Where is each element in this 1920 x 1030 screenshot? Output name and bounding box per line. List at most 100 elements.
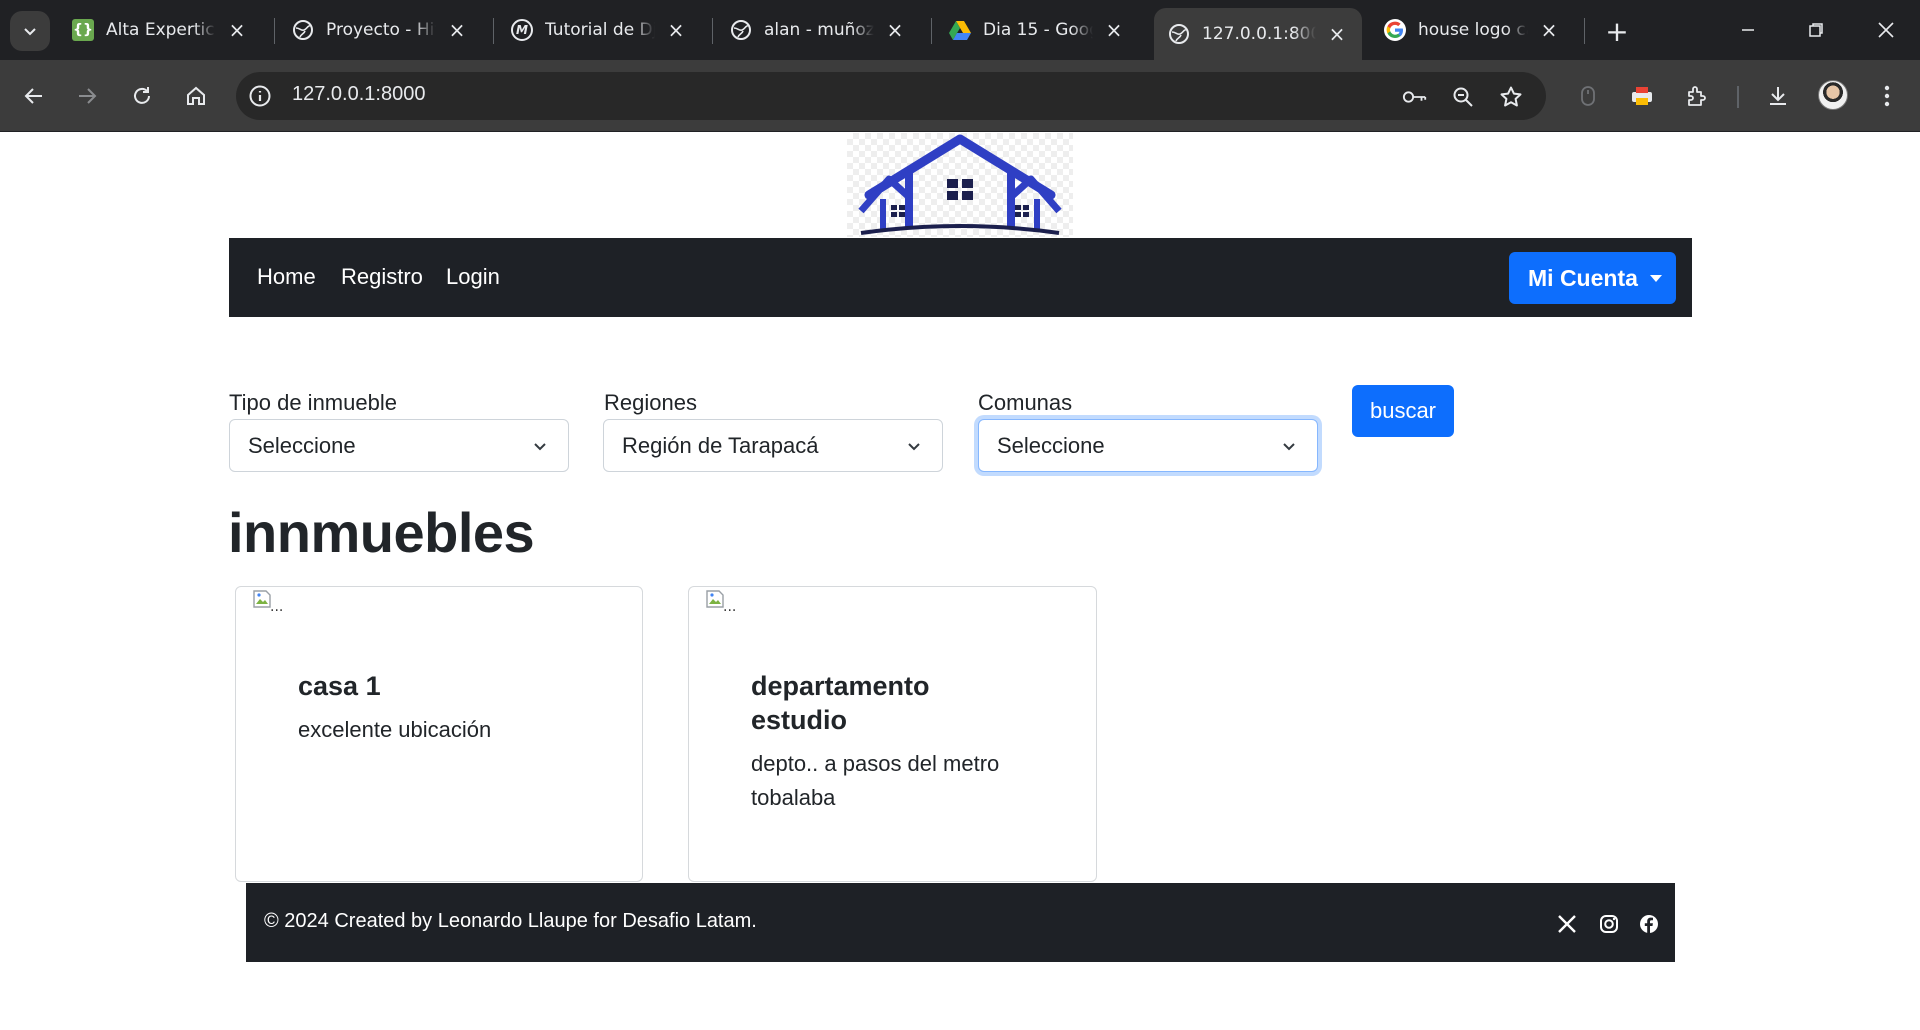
- m-logo-icon: M: [511, 19, 533, 41]
- main-navbar: Home Registro Login Mi Cuenta: [229, 238, 1692, 317]
- card-image-alt: ...: [270, 599, 284, 615]
- address-url[interactable]: 127.0.0.1:8000: [292, 83, 425, 106]
- nav-link-login[interactable]: Login: [446, 264, 500, 290]
- page-title: innmuebles: [228, 501, 535, 564]
- card-title-line: estudio: [751, 705, 848, 735]
- browser-tab[interactable]: house logo cas ×: [1370, 8, 1574, 52]
- house-logo: [847, 133, 1073, 237]
- globe-icon: [292, 19, 314, 41]
- mi-cuenta-label: Mi Cuenta: [1528, 264, 1638, 291]
- x-icon[interactable]: [1556, 913, 1578, 935]
- broken-image-icon: [253, 590, 271, 608]
- tab-separator: [274, 18, 275, 44]
- tab-title: house logo cas: [1418, 20, 1528, 40]
- toolbar-divider: [1737, 86, 1739, 108]
- tab-title: 127.0.0.1:8000: [1202, 24, 1316, 44]
- drive-icon: [949, 19, 971, 41]
- browser-tabstrip: {} Alta Experticia × Proyecto - Hito × M…: [0, 0, 1920, 60]
- mouse-icon: [1581, 86, 1595, 106]
- minimize-button[interactable]: [1714, 0, 1782, 60]
- browser-toolbar: 127.0.0.1:8000: [0, 60, 1920, 132]
- chevron-down-icon: [24, 28, 36, 36]
- buscar-button[interactable]: buscar: [1352, 385, 1454, 437]
- facebook-icon[interactable]: [1638, 913, 1660, 935]
- browser-tab[interactable]: {} Alta Experticia ×: [58, 8, 262, 52]
- close-window-button[interactable]: [1852, 0, 1920, 60]
- caret-down-icon: [1649, 274, 1662, 282]
- tab-title: alan - muñoz -: [764, 20, 874, 40]
- instagram-icon[interactable]: [1598, 913, 1620, 935]
- tab-search-button[interactable]: [10, 11, 50, 51]
- close-icon[interactable]: ×: [1326, 22, 1348, 46]
- tab-title: Tutorial de Djan: [545, 20, 655, 40]
- card-text-line: tobalaba: [751, 785, 836, 810]
- card-title: departamento estudio: [751, 669, 930, 737]
- extension-mouse-button[interactable]: [1570, 78, 1606, 114]
- arrow-right-icon: [79, 88, 97, 104]
- braces-icon: {}: [72, 19, 94, 41]
- tab-separator: [931, 18, 932, 44]
- close-icon[interactable]: ×: [1103, 18, 1125, 42]
- browser-tab[interactable]: Dia 15 - Googl ×: [935, 8, 1139, 52]
- nav-link-home[interactable]: Home: [257, 264, 316, 290]
- password-key-icon[interactable]: [1402, 84, 1428, 110]
- close-icon[interactable]: ×: [1538, 18, 1560, 42]
- close-icon[interactable]: ×: [665, 18, 687, 42]
- regiones-value: Región de Tarapacá: [622, 432, 819, 458]
- puzzle-icon: [1688, 86, 1706, 106]
- tab-separator: [1584, 18, 1585, 44]
- new-tab-button[interactable]: +: [1597, 11, 1637, 51]
- comunas-label: Comunas: [978, 390, 1073, 415]
- google-icon: [1384, 19, 1406, 41]
- browser-tab[interactable]: Proyecto - Hito ×: [278, 8, 482, 52]
- card-image-alt: ...: [723, 599, 737, 615]
- card-title: casa 1: [298, 671, 381, 701]
- broken-image-icon: [706, 590, 724, 608]
- close-icon[interactable]: ×: [884, 18, 906, 42]
- kebab-menu-icon: [1884, 85, 1890, 107]
- tab-title: Alta Experticia: [106, 20, 216, 40]
- browser-tab[interactable]: alan - muñoz - ×: [716, 8, 920, 52]
- browser-menu-button[interactable]: [1869, 78, 1905, 114]
- reload-icon: [134, 87, 150, 104]
- browser-tab[interactable]: M Tutorial de Djan ×: [497, 8, 701, 52]
- back-button[interactable]: [16, 78, 52, 114]
- browser-tab-active[interactable]: 127.0.0.1:8000 ×: [1154, 8, 1362, 60]
- forward-button[interactable]: [69, 78, 105, 114]
- footer-copyright: © 2024 Created by Leonardo Llaupe for De…: [264, 910, 757, 932]
- card-text: depto.. a pasos del metro tobalaba: [751, 747, 999, 815]
- profile-avatar[interactable]: [1818, 80, 1848, 110]
- tab-title: Dia 15 - Googl: [983, 20, 1093, 40]
- tipo-inmueble-select[interactable]: Seleccione: [229, 419, 569, 472]
- tipo-inmueble-value: Seleccione: [248, 432, 356, 458]
- property-card[interactable]: ... departamento estudio depto.. a pasos…: [688, 586, 1097, 882]
- downloads-button[interactable]: [1760, 78, 1796, 114]
- restore-button[interactable]: [1782, 0, 1850, 60]
- site-footer: © 2024 Created by Leonardo Llaupe for De…: [246, 883, 1675, 962]
- globe-icon: [1168, 23, 1190, 45]
- card-title-line: departamento: [751, 671, 930, 701]
- extension-printer-button[interactable]: [1624, 78, 1660, 114]
- reload-button[interactable]: [124, 78, 160, 114]
- printer-icon: [1632, 87, 1652, 105]
- arrow-left-icon: [24, 88, 42, 104]
- globe-icon: [730, 19, 752, 41]
- tipo-inmueble-label: Tipo de inmueble: [229, 390, 397, 415]
- bookmark-star-icon[interactable]: [1498, 84, 1524, 110]
- property-card[interactable]: ... casa 1 excelente ubicación: [235, 586, 643, 882]
- plus-icon: +: [1605, 14, 1629, 48]
- close-icon[interactable]: ×: [226, 18, 248, 42]
- extensions-button[interactable]: [1679, 78, 1715, 114]
- comunas-select[interactable]: Seleccione: [978, 419, 1318, 472]
- mi-cuenta-dropdown-button[interactable]: Mi Cuenta: [1509, 252, 1676, 304]
- close-icon[interactable]: ×: [446, 18, 468, 42]
- home-button[interactable]: [178, 78, 214, 114]
- minimize-icon: [1742, 29, 1754, 31]
- tab-title: Proyecto - Hito: [326, 20, 436, 40]
- download-icon: [1770, 87, 1786, 105]
- zoom-icon[interactable]: [1450, 84, 1476, 110]
- regiones-select[interactable]: Región de Tarapacá: [603, 419, 943, 472]
- nav-link-registro[interactable]: Registro: [341, 264, 423, 290]
- info-icon[interactable]: [248, 84, 272, 108]
- address-bar[interactable]: 127.0.0.1:8000: [236, 72, 1546, 120]
